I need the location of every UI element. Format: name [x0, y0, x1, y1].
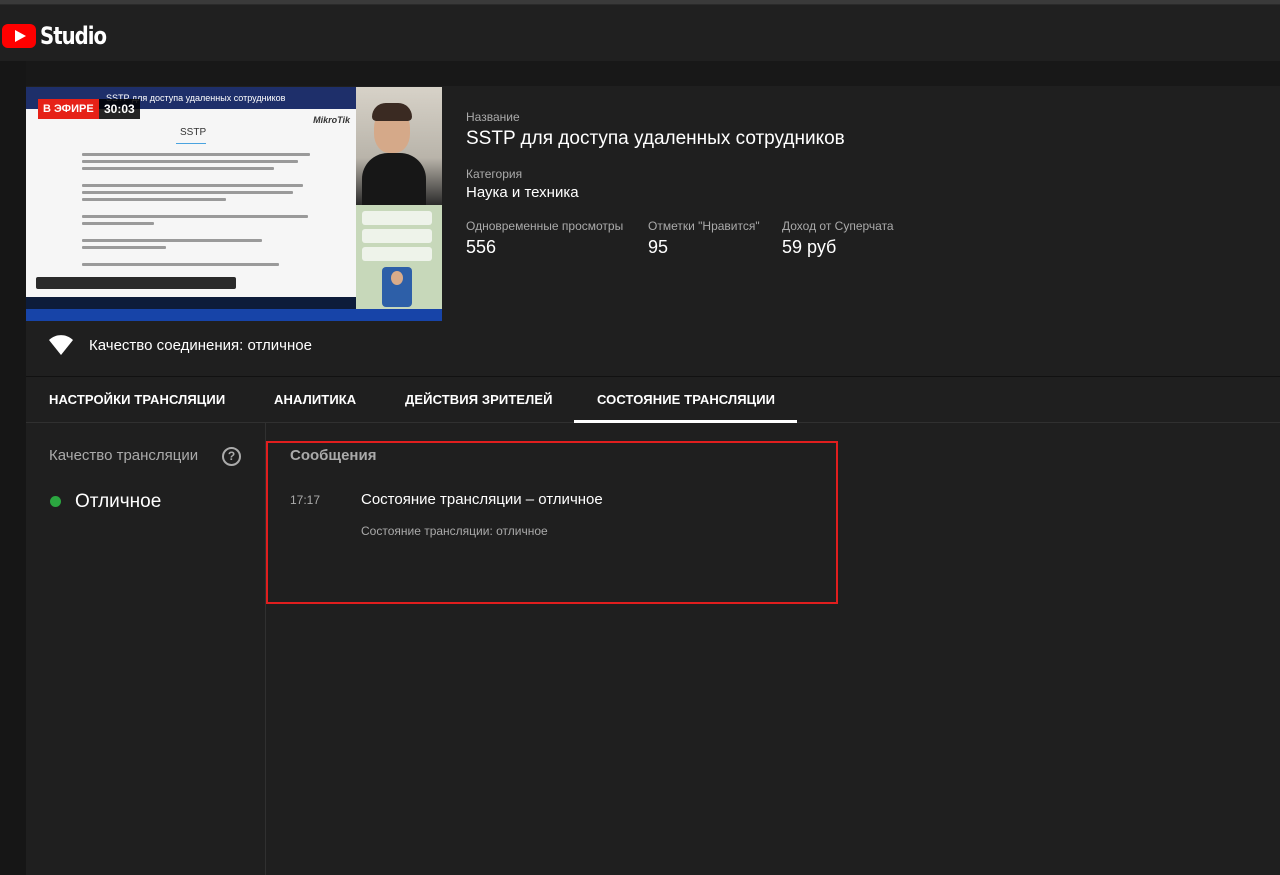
- title-label: Название: [466, 110, 520, 124]
- category-label: Категория: [466, 167, 523, 181]
- tab-analytics[interactable]: АНАЛИТИКА: [274, 392, 356, 407]
- preview-webcam: [356, 87, 442, 205]
- wifi-icon: [49, 335, 73, 355]
- stream-duration: 30:03: [99, 99, 140, 119]
- connection-quality-text: Качество соединения: отличное: [89, 337, 312, 354]
- preview-chat-overlay: [356, 205, 442, 317]
- likes-label: Отметки "Нравится": [648, 219, 760, 233]
- tab-stream-health[interactable]: СОСТОЯНИЕ ТРАНСЛЯЦИИ: [597, 392, 775, 407]
- superchat-revenue-value: 59 руб: [782, 237, 837, 257]
- message-time: 17:17: [290, 493, 321, 507]
- concurrent-viewers-label: Одновременные просмотры: [466, 219, 624, 233]
- preview-slide-underline: [176, 143, 206, 144]
- preview-slide-bullets: [82, 153, 322, 270]
- youtube-play-icon: [2, 24, 36, 48]
- active-tab-indicator: [574, 420, 797, 423]
- stream-title: SSTP для доступа удаленных сотрудников: [466, 128, 845, 149]
- status-dot: [50, 496, 61, 507]
- messages-heading: Сообщения: [290, 447, 377, 464]
- superchat-revenue-label: Доход от Суперчата: [782, 219, 894, 233]
- tab-viewer-actions[interactable]: ДЕЙСТВИЯ ЗРИТЕЛЕЙ: [405, 392, 553, 407]
- preview-slide-logo: MikroTik: [313, 115, 350, 125]
- message-body: Состояние трансляции: отличное: [361, 524, 548, 538]
- preview-lower-third: [26, 309, 442, 321]
- youtube-studio-logo[interactable]: Studio: [2, 22, 121, 50]
- logo-text: Studio: [40, 22, 107, 50]
- tab-stream-settings[interactable]: НАСТРОЙКИ ТРАНСЛЯЦИИ: [49, 392, 225, 407]
- concurrent-viewers-value: 556: [466, 237, 497, 257]
- stream-category: Наука и техника: [466, 184, 579, 201]
- studio-header: Studio: [0, 5, 1280, 61]
- preview-slide-heading: SSTP: [180, 127, 207, 138]
- likes-value: 95: [648, 237, 669, 257]
- messages-highlight-box: [266, 441, 838, 604]
- stream-preview[interactable]: SSTP для доступа удаленных сотрудников M…: [26, 87, 442, 321]
- message-title: Состояние трансляции – отличное: [361, 491, 603, 508]
- stream-quality-label: Качество трансляции: [49, 447, 199, 464]
- live-badge: В ЭФИРЕ: [38, 99, 99, 119]
- stream-quality-status: Отличное: [75, 491, 162, 512]
- left-gutter: [0, 61, 26, 875]
- help-icon[interactable]: ?: [222, 447, 241, 466]
- preview-presentation-controls: [36, 277, 236, 289]
